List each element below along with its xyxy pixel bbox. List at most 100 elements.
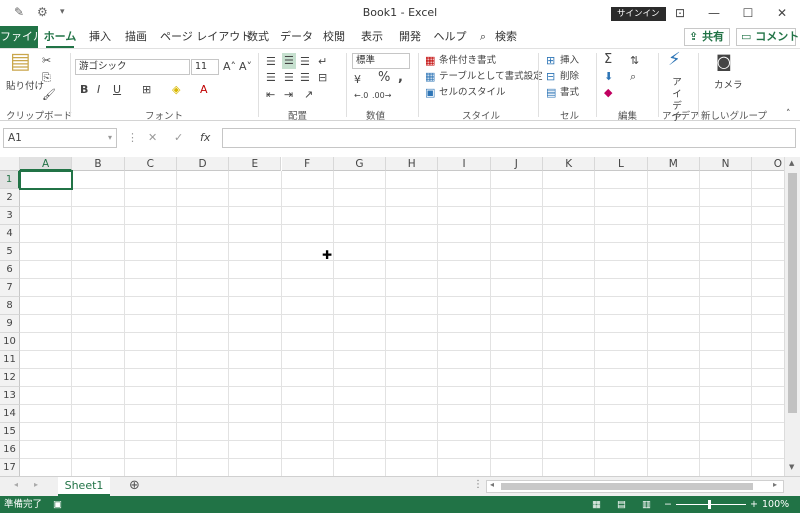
cell-styles-button[interactable]: セルのスタイル [439, 86, 506, 100]
column-header-f[interactable]: F [281, 157, 334, 171]
decrease-decimal-icon[interactable]: .00→ [372, 89, 391, 103]
name-box-dropdown-icon[interactable]: ▾ [108, 133, 112, 142]
format-cells-button[interactable]: 書式 [560, 86, 579, 100]
scroll-right-icon[interactable]: ▸ [773, 480, 777, 489]
sheet-tab-sheet1[interactable]: Sheet1 [58, 477, 110, 496]
column-header-b[interactable]: B [72, 157, 125, 171]
column-header-o[interactable]: O [752, 157, 784, 171]
font-size-select[interactable]: 11 [191, 59, 219, 75]
tab-formulas[interactable]: 数式 [244, 26, 272, 48]
row-header-5[interactable]: 5 [0, 243, 20, 261]
decrease-indent-icon[interactable]: ⇤ [266, 88, 275, 102]
macro-record-icon[interactable]: ▣ [53, 496, 62, 513]
delete-cells-button[interactable]: 削除 [560, 70, 579, 84]
tab-split-handle-icon[interactable]: ⋮ [473, 479, 483, 490]
enter-icon[interactable]: ✓ [174, 131, 183, 144]
insert-cells-button[interactable]: 挿入 [560, 54, 579, 68]
percent-icon[interactable]: % [378, 71, 390, 85]
row-header-15[interactable]: 15 [0, 423, 20, 441]
increase-indent-icon[interactable]: ⇥ [284, 88, 293, 102]
name-box[interactable]: A1 [3, 128, 117, 148]
ideas-icon[interactable]: ⚡ [668, 51, 681, 69]
row-header-1[interactable]: 1 [0, 171, 20, 189]
clear-icon[interactable]: ◆ [604, 86, 612, 100]
camera-icon[interactable]: ◙ [716, 54, 732, 70]
vertical-scroll-thumb[interactable] [788, 173, 797, 413]
borders-icon[interactable]: ⊞ [142, 83, 151, 97]
scroll-left-icon[interactable]: ◂ [490, 480, 494, 489]
search-icon[interactable]: ⌕ [476, 26, 490, 48]
active-cell-a1[interactable] [19, 170, 74, 190]
row-header-9[interactable]: 9 [0, 315, 20, 333]
previous-sheet-icon[interactable]: ◂ [14, 480, 18, 489]
row-header-8[interactable]: 8 [0, 297, 20, 315]
find-select-icon[interactable]: ⌕ [630, 70, 636, 84]
normal-view-icon[interactable]: ▦ [592, 496, 601, 513]
row-header-11[interactable]: 11 [0, 351, 20, 369]
tab-search[interactable]: 検索 [492, 26, 520, 48]
increase-decimal-icon[interactable]: ←.0 [354, 89, 368, 103]
paste-button[interactable]: 貼り付け [6, 80, 44, 94]
delete-cells-icon[interactable]: ⊟ [546, 70, 555, 84]
merge-center-icon[interactable]: ⊟ [318, 71, 327, 85]
scroll-down-icon[interactable]: ▼ [789, 463, 794, 471]
row-header-17[interactable]: 17 [0, 459, 20, 476]
scroll-up-icon[interactable]: ▲ [789, 159, 794, 167]
cut-icon[interactable]: ✂ [42, 54, 51, 68]
column-header-h[interactable]: H [386, 157, 439, 171]
tab-home[interactable]: ホーム [42, 26, 78, 48]
select-all-corner[interactable] [0, 157, 20, 171]
column-header-m[interactable]: M [647, 157, 700, 171]
grow-font-icon[interactable]: A˄ [223, 60, 236, 74]
paste-icon[interactable]: ▤ [10, 51, 31, 73]
italic-icon[interactable]: I [97, 83, 100, 97]
align-right-icon[interactable]: ☰ [300, 71, 310, 85]
column-header-l[interactable]: L [595, 157, 648, 171]
wrap-text-icon[interactable]: ↵ [318, 55, 327, 69]
align-top-icon[interactable]: ☰ [266, 55, 276, 69]
row-header-10[interactable]: 10 [0, 333, 20, 351]
fill-icon[interactable]: ⬇ [604, 70, 613, 84]
orientation-icon[interactable]: ↗ [304, 88, 313, 102]
format-cells-icon[interactable]: ▤ [546, 86, 556, 100]
align-middle-icon[interactable]: ☰ [282, 53, 296, 69]
column-header-n[interactable]: N [699, 157, 753, 171]
tab-file[interactable]: ファイル [0, 26, 44, 48]
format-as-table-button[interactable]: テーブルとして書式設定 [439, 70, 543, 84]
autosum-icon[interactable]: Σ [604, 53, 612, 67]
page-break-view-icon[interactable]: ▥ [642, 496, 651, 513]
row-header-7[interactable]: 7 [0, 279, 20, 297]
align-center-icon[interactable]: ☰ [284, 71, 294, 85]
shrink-font-icon[interactable]: A˅ [239, 60, 252, 74]
zoom-slider[interactable] [676, 504, 746, 505]
close-icon[interactable]: ✕ [769, 3, 795, 23]
bold-icon[interactable]: B [80, 83, 88, 97]
copy-icon[interactable]: ⎘ [42, 71, 51, 85]
page-layout-view-icon[interactable]: ▤ [617, 496, 626, 513]
row-header-16[interactable]: 16 [0, 441, 20, 459]
share-button[interactable]: ⇪ 共有 [684, 28, 730, 46]
formula-input[interactable] [222, 128, 796, 148]
camera-button[interactable]: カメラ [714, 79, 743, 93]
column-header-e[interactable]: E [229, 157, 282, 171]
insert-function-button[interactable]: fx [200, 131, 210, 144]
column-header-g[interactable]: G [333, 157, 387, 171]
align-left-icon[interactable]: ☰ [266, 71, 276, 85]
comma-icon[interactable]: , [398, 71, 403, 85]
horizontal-scrollbar[interactable]: ◂ ▸ [486, 480, 784, 493]
underline-icon[interactable]: U [113, 83, 121, 97]
comment-button[interactable]: ▭ コメント [736, 28, 799, 46]
row-header-2[interactable]: 2 [0, 189, 20, 207]
more-options-icon[interactable]: ⋮ [127, 131, 138, 144]
signin-button[interactable]: サインイン [611, 7, 666, 21]
worksheet-grid[interactable]: A B C D E F G H I J K L M N O 1 2 3 4 5 6 7 8 9 10 11 12 13 14 15 16 17… [0, 157, 784, 476]
zoom-out-icon[interactable]: − [664, 496, 672, 513]
column-header-c[interactable]: C [124, 157, 177, 171]
tab-help[interactable]: ヘルプ [430, 26, 470, 48]
format-painter-icon[interactable]: 🖌 [42, 88, 56, 102]
tab-insert[interactable]: 挿入 [84, 26, 116, 48]
row-header-13[interactable]: 13 [0, 387, 20, 405]
row-header-14[interactable]: 14 [0, 405, 20, 423]
vertical-scrollbar[interactable]: ▲ ▼ [784, 157, 800, 476]
tab-data[interactable]: データ [280, 26, 313, 48]
